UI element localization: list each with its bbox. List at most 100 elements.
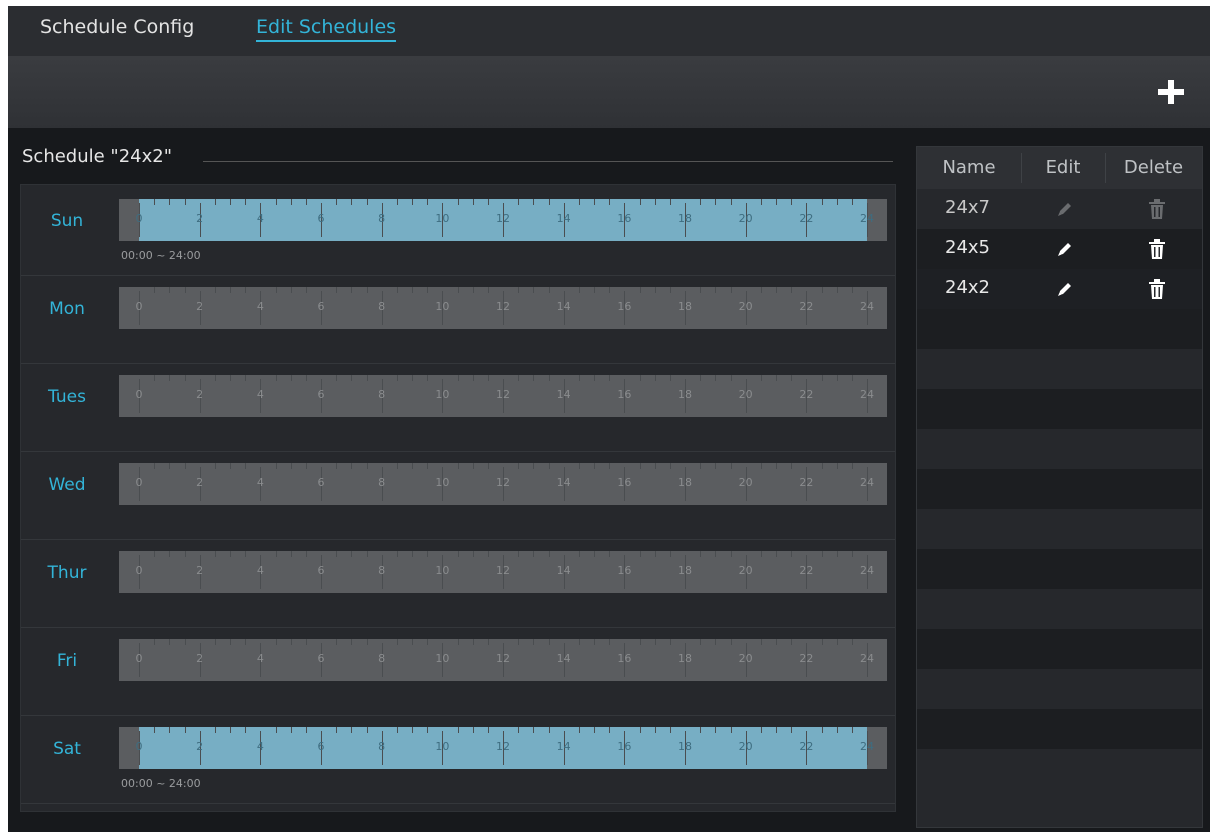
timeline-tick	[169, 375, 171, 381]
timeline-tick	[578, 463, 580, 469]
timeline-tick	[169, 287, 171, 293]
hour-label: 12	[496, 388, 510, 401]
hour-label: 6	[317, 740, 325, 753]
add-schedule-button[interactable]	[1152, 74, 1188, 110]
timeline-tick	[305, 199, 307, 205]
timeline-tick	[472, 727, 474, 733]
timeline-tick	[760, 375, 762, 381]
timeline-tick	[230, 727, 231, 733]
timeline-tick	[275, 551, 277, 557]
timeline-tick	[184, 375, 186, 381]
timeline-tick	[457, 463, 459, 469]
hour-label: 8	[378, 740, 386, 753]
schedule-list-row[interactable]: 24x7	[917, 189, 1202, 229]
timeline-tick	[214, 287, 216, 293]
trash-icon[interactable]	[1147, 238, 1167, 260]
timeline-tick	[472, 375, 474, 381]
hour-label: 6	[317, 300, 325, 313]
timeline-tick	[245, 463, 247, 469]
pencil-icon[interactable]	[1055, 199, 1075, 219]
hour-label: 10	[435, 564, 450, 577]
timeline-tick	[184, 199, 186, 205]
timeline-tick	[715, 375, 717, 381]
hour-label: 0	[135, 564, 143, 577]
timeline-tick	[821, 463, 823, 469]
tab-schedule-config[interactable]: Schedule Config	[40, 16, 194, 38]
timeline-tick	[594, 199, 595, 205]
timeline-tick	[518, 199, 520, 205]
timeline-tick	[230, 199, 231, 205]
hour-label: 18	[678, 212, 692, 225]
hour-label: 24	[860, 564, 874, 577]
timeline-tick	[427, 551, 429, 557]
hour-label: 8	[378, 212, 386, 225]
timeline-tick	[472, 463, 474, 469]
timeline-fri[interactable]: 0 2 4 6 8 10 12 14 16 18 20 22 24	[119, 639, 887, 681]
timeline-thur[interactable]: 0 2 4 6 8 10 12 14 16 18 20 22 24	[119, 551, 887, 593]
column-header-name: Name	[942, 157, 996, 178]
timeline-tick	[305, 375, 307, 381]
timeline-tick	[776, 551, 777, 557]
timeline-tick	[427, 727, 429, 733]
timeline-sun[interactable]: 0 2 4 6 8 10 12 14 16 18 20 22 24	[119, 199, 887, 241]
timeline-tick	[518, 551, 520, 557]
timeline-tick	[366, 287, 368, 293]
timeline-tick	[851, 639, 853, 645]
timeline-mon[interactable]: 0 2 4 6 8 10 12 14 16 18 20 22 24	[119, 287, 887, 329]
hour-label: 18	[678, 564, 692, 577]
schedule-list-row[interactable]: 24x2	[917, 269, 1202, 309]
timeline-tick	[548, 287, 550, 293]
hour-label: 12	[496, 212, 510, 225]
schedule-name: 24x5	[945, 237, 991, 258]
hour-label: 4	[256, 564, 264, 577]
pencil-icon[interactable]	[1055, 279, 1075, 299]
hour-label: 24	[860, 740, 874, 753]
timeline-sat[interactable]: 0 2 4 6 8 10 12 14 16 18 20 22 24	[119, 727, 887, 769]
schedule-list-header: Name Edit Delete	[917, 147, 1202, 190]
timeline-tick	[169, 463, 171, 469]
timeline-tick	[518, 727, 520, 733]
timeline-tick	[548, 639, 550, 645]
timeline-tick	[396, 199, 398, 205]
trash-icon[interactable]	[1147, 198, 1167, 220]
hour-label: 12	[496, 652, 510, 665]
timeline-tick	[730, 287, 732, 293]
schedule-list-row[interactable]: 24x5	[917, 229, 1202, 269]
timeline-tick	[396, 463, 398, 469]
trash-icon[interactable]	[1147, 278, 1167, 300]
timeline-tick	[427, 463, 429, 469]
day-row-mon: Mon 0 2 4 6 8 10 12 14 16 18 20 22 24	[21, 275, 895, 364]
timeline-wed[interactable]: 0 2 4 6 8 10 12 14 16 18 20 22 24	[119, 463, 887, 505]
timeline-tick	[654, 551, 656, 557]
timeline-tick	[836, 375, 838, 381]
timeline-tick	[609, 463, 611, 469]
timeline-tick	[275, 463, 277, 469]
timeline-tick	[548, 551, 550, 557]
hour-label: 6	[317, 564, 325, 577]
hour-label: 14	[556, 212, 571, 225]
hour-label: 22	[799, 212, 814, 225]
timeline-tick	[366, 199, 368, 205]
hour-label: 18	[678, 476, 692, 489]
hour-label: 0	[135, 652, 143, 665]
pencil-icon[interactable]	[1055, 239, 1075, 259]
timeline-tick	[154, 551, 156, 557]
hour-label: 22	[799, 300, 814, 313]
day-label: Sun	[50, 211, 84, 231]
timeline-tick	[472, 639, 474, 645]
timeline-tick	[533, 463, 535, 469]
list-stripe	[917, 749, 1202, 789]
timeline-tick	[305, 287, 307, 293]
tab-edit-schedules[interactable]: Edit Schedules	[256, 16, 397, 42]
hour-label: 24	[860, 212, 874, 225]
timeline-tick	[609, 287, 611, 293]
timeline-tues[interactable]: 0 2 4 6 8 10 12 14 16 18 20 22 24	[119, 375, 887, 417]
timeline-tick	[836, 463, 838, 469]
hour-label: 16	[617, 564, 632, 577]
timeline-tick	[169, 727, 171, 733]
hour-label: 6	[317, 476, 325, 489]
hour-label: 18	[678, 740, 692, 753]
timeline-tick	[851, 463, 853, 469]
hour-label: 4	[256, 740, 264, 753]
hour-label: 14	[556, 564, 571, 577]
